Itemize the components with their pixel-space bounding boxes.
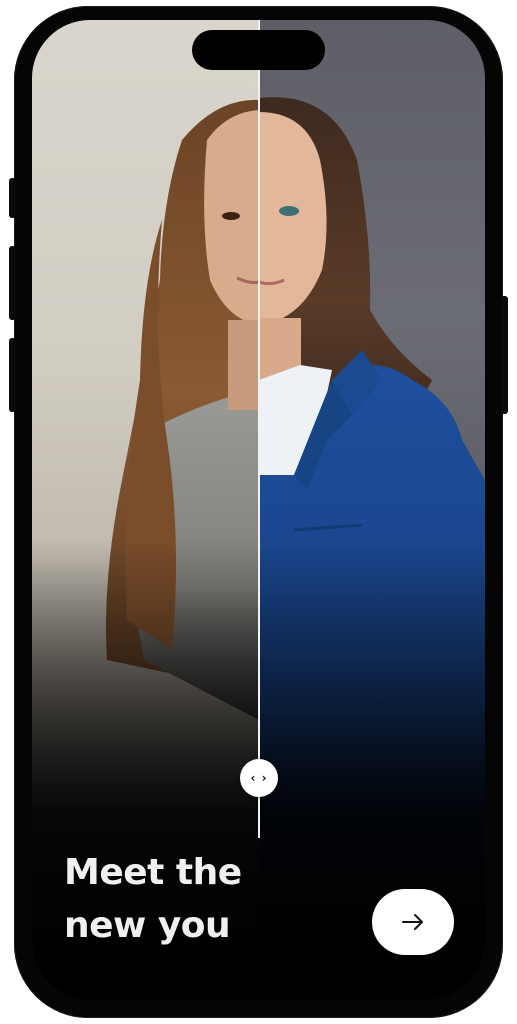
arrow-right-icon (402, 914, 423, 930)
phone-volume-down-button (9, 338, 16, 412)
dynamic-island (192, 30, 325, 70)
headline-line-2: new you (64, 905, 231, 946)
phone-volume-up-button (9, 246, 16, 320)
app-screen: ‹ › Meet the new you (32, 20, 485, 1000)
compare-divider-line[interactable] (258, 20, 260, 838)
phone-action-button (9, 178, 16, 218)
headline-line-1: Meet the (64, 852, 242, 893)
next-button[interactable] (372, 889, 454, 955)
phone-power-button (501, 296, 508, 414)
page-title: Meet the new you (64, 846, 344, 952)
compare-slider-handle[interactable]: ‹ › (240, 759, 278, 797)
before-portrait (106, 99, 259, 720)
chevrons-left-right-icon: ‹ › (250, 771, 268, 785)
